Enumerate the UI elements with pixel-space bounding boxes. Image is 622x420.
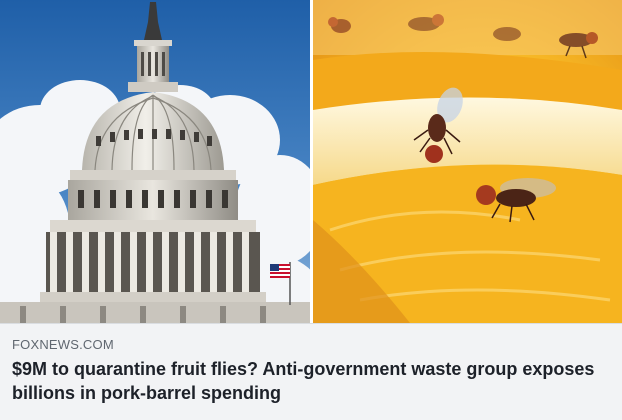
fruit-flies-photo: [313, 0, 622, 323]
headline[interactable]: $9M to quarantine fruit flies? Anti-gove…: [12, 357, 602, 405]
link-preview-caption[interactable]: FOXNEWS.COM $9M to quarantine fruit flie…: [0, 323, 622, 420]
source-domain: FOXNEWS.COM: [12, 337, 114, 352]
capitol-photo: [0, 0, 325, 323]
link-preview-card[interactable]: FOXNEWS.COM $9M to quarantine fruit flie…: [0, 0, 622, 420]
link-preview-image[interactable]: [0, 0, 622, 323]
fruit-fly: [493, 27, 521, 41]
